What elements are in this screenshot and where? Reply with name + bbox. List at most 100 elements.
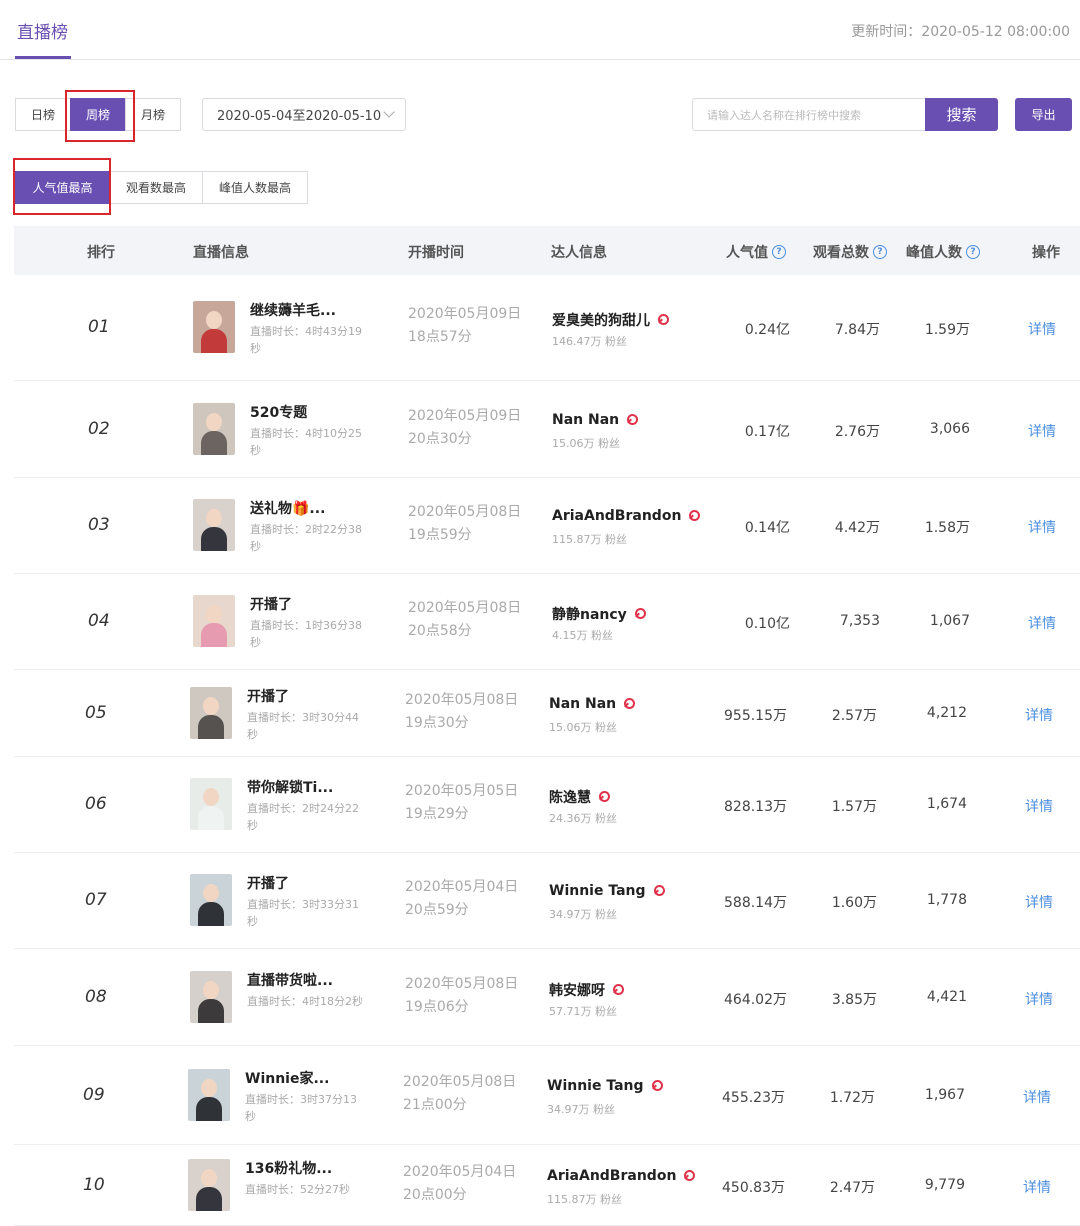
detail-link[interactable]: 详情	[1023, 1177, 1051, 1197]
anchor-fans: 4.15万 粉丝	[552, 629, 613, 642]
anchor-name[interactable]: AriaAndBrandon	[552, 508, 701, 524]
peak-value: 1,067	[929, 613, 970, 629]
peak-value: 1.58万	[924, 520, 970, 536]
export-button[interactable]: 导出	[1015, 98, 1072, 131]
table-row: 01 继续薅羊毛... 直播时长：4时43分19秒 2020年05月09日 18…	[14, 275, 1080, 381]
popularity-value: 828.13万	[724, 799, 787, 815]
detail-link[interactable]: 详情	[1028, 517, 1056, 537]
detail-link[interactable]: 详情	[1028, 613, 1056, 633]
detail-link[interactable]: 详情	[1025, 989, 1053, 1009]
anchor-name[interactable]: Nan Nan	[552, 412, 639, 428]
search-input[interactable]: 请输入达人名称在排行榜中搜索	[692, 98, 926, 131]
col-rank: 排行	[87, 245, 115, 261]
start-date: 2020年05月08日	[408, 600, 522, 616]
popularity-value: 0.10亿	[744, 616, 790, 632]
live-cover-image[interactable]	[193, 595, 235, 647]
peak-value: 1,778	[926, 892, 967, 908]
search-button[interactable]: 搜索	[925, 98, 998, 131]
live-cover-image[interactable]	[193, 402, 235, 455]
start-time: 2020年05月04日 20点59分	[405, 876, 518, 922]
detail-link[interactable]: 详情	[1028, 319, 1056, 339]
tab-weekly[interactable]: 周榜	[70, 98, 126, 131]
detail-link[interactable]: 详情	[1028, 421, 1056, 441]
col-popularity-label: 人气值	[726, 245, 768, 261]
live-cover-image[interactable]	[190, 874, 232, 926]
anchor-name-text: Nan Nan	[549, 695, 617, 712]
start-clock: 19点59分	[408, 527, 472, 543]
anchor-fans: 57.71万 粉丝	[549, 1004, 617, 1018]
live-cover-image[interactable]	[193, 301, 235, 353]
help-icon[interactable]: ?	[966, 245, 980, 259]
help-icon[interactable]: ?	[772, 245, 786, 259]
live-title[interactable]: 带你解锁Ti...	[247, 777, 333, 797]
live-cover-image[interactable]	[190, 970, 232, 1023]
anchor-name-text: Winnie Tang	[547, 1077, 644, 1094]
cover-face	[201, 1168, 217, 1187]
start-clock: 20点30分	[408, 430, 472, 447]
anchor-fans: 34.97万 粉丝	[547, 1102, 615, 1116]
live-cover-image[interactable]	[190, 778, 232, 830]
rank-number: 03	[88, 515, 110, 535]
anchor-name[interactable]: 爱臭美的狗甜儿	[552, 310, 669, 330]
live-cover-image[interactable]	[188, 1158, 230, 1211]
live-cover-image[interactable]	[193, 499, 235, 551]
col-views[interactable]: 观看总数?	[813, 242, 887, 262]
rank-number: 01	[88, 317, 110, 337]
live-title[interactable]: 继续薅羊毛...	[250, 300, 336, 320]
views-value: 1.57万	[831, 799, 877, 815]
anchor-name[interactable]: 韩安娜呀	[549, 980, 624, 1000]
tab-daily[interactable]: 日榜	[15, 98, 71, 131]
peak-value: 1,674	[926, 796, 967, 812]
tab-monthly[interactable]: 月榜	[125, 98, 181, 131]
popularity-value: 450.83万	[722, 1179, 785, 1196]
detail-link[interactable]: 详情	[1023, 1087, 1051, 1107]
update-time: 更新时间：2020-05-12 08:00:00	[851, 24, 1070, 40]
female-icon	[623, 697, 636, 710]
anchor-name-text: 爱臭美的狗甜儿	[552, 313, 650, 329]
help-icon[interactable]: ?	[873, 245, 887, 259]
detail-link[interactable]: 详情	[1025, 892, 1053, 912]
live-title[interactable]: 开播了	[247, 686, 289, 706]
anchor-name[interactable]: Winnie Tang	[547, 1078, 663, 1094]
detail-link[interactable]: 详情	[1025, 796, 1053, 816]
anchor-name[interactable]: Winnie Tang	[549, 883, 665, 899]
tab-peak[interactable]: 峰值人数最高	[202, 171, 308, 204]
popularity-value: 588.14万	[724, 895, 787, 911]
start-clock: 21点00分	[403, 1096, 467, 1113]
start-time: 2020年05月08日 19点30分	[405, 689, 518, 735]
cover-body	[201, 430, 227, 455]
tab-popularity[interactable]: 人气值最高	[15, 171, 110, 204]
live-title[interactable]: 开播了	[247, 873, 289, 893]
rank-number: 05	[85, 702, 107, 723]
live-title[interactable]: 136粉礼物...	[245, 1158, 332, 1178]
col-peak[interactable]: 峰值人数?	[906, 242, 980, 262]
table-header: 排行 直播信息 开播时间 达人信息 人气值? 观看总数? 峰值人数? 操作	[14, 226, 1080, 275]
live-title[interactable]: 直播带货啦...	[247, 970, 333, 990]
live-title[interactable]: 开播了	[250, 594, 292, 614]
views-value: 7,353	[839, 613, 880, 629]
anchor-name[interactable]: 静静nancy	[552, 604, 646, 624]
live-title[interactable]: Winnie家...	[245, 1068, 329, 1088]
page-title[interactable]: 直播榜	[17, 18, 68, 43]
anchor-fans: 15.06万 粉丝	[549, 720, 617, 734]
col-views-label: 观看总数	[813, 245, 869, 261]
live-title[interactable]: 520专题	[250, 402, 307, 422]
popularity-value: 0.17亿	[744, 423, 790, 440]
anchor-name[interactable]: AriaAndBrandon	[547, 1168, 696, 1184]
col-popularity[interactable]: 人气值?	[726, 242, 786, 262]
cover-face	[201, 1078, 217, 1097]
anchor-name[interactable]: 陈逸慧	[549, 787, 610, 807]
live-cover-image[interactable]	[188, 1068, 230, 1121]
detail-link[interactable]: 详情	[1025, 705, 1053, 725]
live-cover-image[interactable]	[190, 686, 232, 739]
cover-face	[206, 605, 222, 623]
cover-face	[203, 980, 219, 999]
date-range-select[interactable]: 2020-05-04至2020-05-10	[202, 98, 406, 131]
anchor-name[interactable]: Nan Nan	[549, 695, 636, 712]
col-start: 开播时间	[408, 245, 464, 261]
live-title[interactable]: 送礼物🎁...	[250, 498, 325, 518]
tab-views[interactable]: 观看数最高	[109, 171, 203, 204]
cover-body	[196, 1186, 222, 1211]
anchor-name-text: 陈逸慧	[549, 790, 591, 806]
start-clock: 20点59分	[405, 902, 469, 918]
